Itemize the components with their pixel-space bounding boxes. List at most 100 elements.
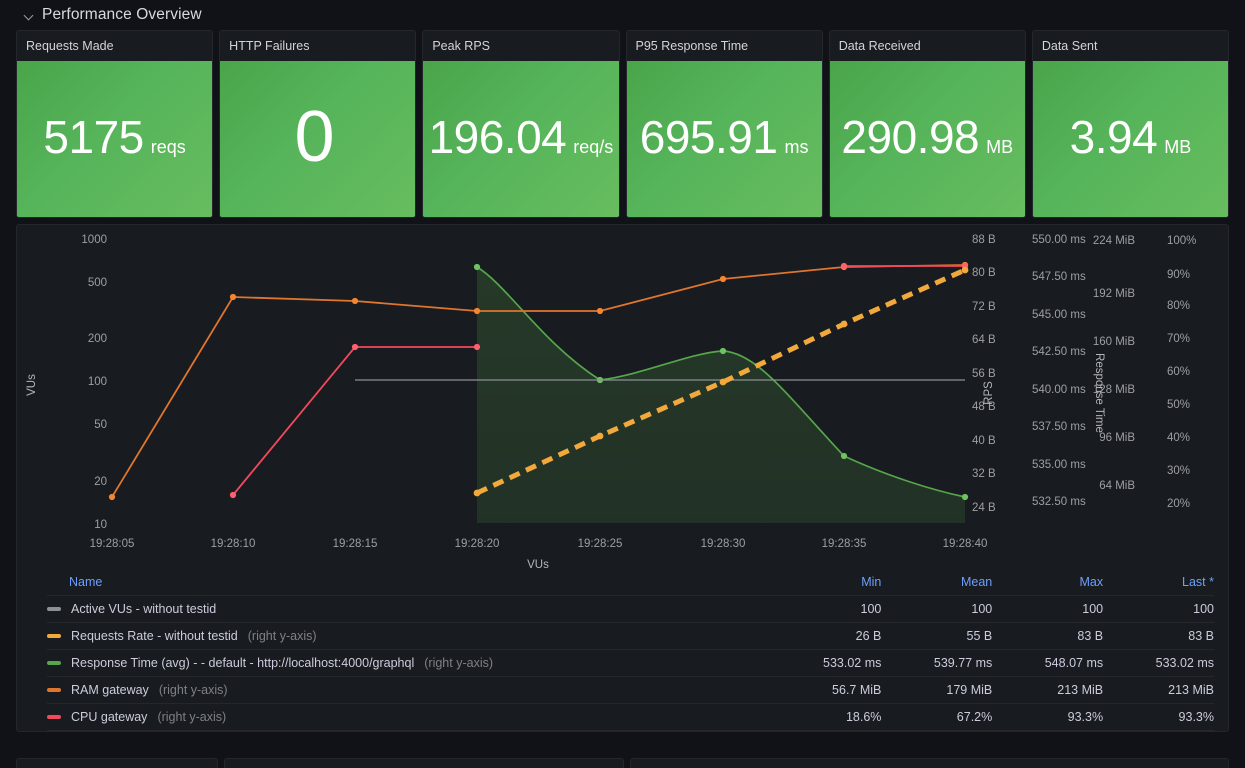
legend-min: 56.7 MiB — [770, 676, 882, 704]
axis-right-resptime: 224 MiB 192 MiB 160 MiB 128 MiB 96 MiB 6… — [1093, 235, 1136, 492]
axis-right-rps: 550.00 ms 547.50 ms 545.00 ms 542.50 ms … — [983, 234, 1086, 508]
chevron-down-icon[interactable] — [24, 9, 36, 21]
timeseries-panel[interactable]: 1000 500 200 100 50 20 10 VUs 88 B 80 B … — [16, 224, 1229, 732]
stat-value: 0 — [294, 96, 341, 178]
svg-text:56 B: 56 B — [972, 368, 996, 380]
svg-text:90%: 90% — [1167, 269, 1190, 281]
svg-text:1000: 1000 — [81, 234, 107, 246]
partial-panel-1[interactable] — [16, 758, 218, 768]
axis-right-bytes: 88 B 80 B 72 B 64 B 56 B 48 B 40 B 32 B … — [972, 234, 996, 514]
table-row[interactable]: Requests Rate - without testid (right y-… — [47, 622, 1214, 650]
series-label: Active VUs - without testid — [71, 602, 217, 616]
stat-body: 290.98 MB — [829, 61, 1025, 217]
svg-text:500: 500 — [88, 277, 107, 289]
svg-text:535.00 ms: 535.00 ms — [1032, 459, 1086, 471]
svg-text:19:28:30: 19:28:30 — [701, 538, 746, 550]
stat-unit: reqs — [150, 137, 186, 157]
next-row-panels — [0, 758, 1245, 768]
svg-text:Response Time: Response Time — [1093, 353, 1105, 433]
legend-name-cell[interactable]: Active VUs - without testid — [47, 595, 771, 623]
partial-panel-2[interactable] — [224, 758, 624, 768]
svg-text:540.00 ms: 540.00 ms — [1032, 384, 1086, 396]
stat-number: 5175 — [43, 111, 144, 163]
legend-min: 18.6% — [770, 703, 882, 731]
legend-col-max[interactable]: Max — [992, 570, 1104, 596]
legend-header-row: Name Min Mean Max Last * — [47, 570, 1214, 596]
stat-panel-data-sent[interactable]: Data Sent 3.94 MB — [1031, 30, 1230, 218]
stat-panel-requests-made[interactable]: Requests Made 5175 reqs — [16, 30, 214, 218]
svg-text:80%: 80% — [1167, 300, 1190, 312]
legend-name-cell[interactable]: Requests Rate - without testid (right y-… — [47, 622, 771, 650]
legend-max: 213 MiB — [992, 676, 1104, 704]
legend-mean: 67.2% — [881, 703, 993, 731]
legend-name-cell[interactable]: RAM gateway (right y-axis) — [47, 676, 771, 704]
legend-mean: 100 — [881, 595, 993, 623]
svg-text:50: 50 — [94, 419, 107, 431]
legend-last: 533.02 ms — [1103, 649, 1214, 677]
stat-panel-p95-response-time[interactable]: P95 Response Time 695.91 ms — [625, 30, 823, 218]
series-color-swatch[interactable] — [47, 688, 61, 692]
legend-last: 83 B — [1103, 622, 1214, 650]
table-row[interactable]: Response Time (avg) - - default - http:/… — [47, 649, 1214, 677]
stat-number: 0 — [294, 97, 335, 177]
legend-col-mean[interactable]: Mean — [881, 570, 993, 596]
svg-text:64 MiB: 64 MiB — [1099, 480, 1135, 492]
legend-col-name[interactable]: Name — [47, 570, 771, 596]
table-row[interactable]: RAM gateway (right y-axis) 56.7 MiB 179 … — [47, 676, 1214, 704]
svg-text:32 B: 32 B — [972, 468, 996, 480]
svg-text:VUs: VUs — [26, 374, 38, 396]
svg-text:10: 10 — [94, 519, 107, 531]
svg-text:72 B: 72 B — [972, 301, 996, 313]
stat-panel-data-received[interactable]: Data Received 290.98 MB — [828, 30, 1026, 218]
legend-min: 100 — [770, 595, 882, 623]
stat-body: 196.04 req/s — [423, 61, 619, 217]
stat-value: 3.94 MB — [1070, 110, 1192, 164]
stat-unit: req/s — [573, 137, 614, 157]
series-color-swatch[interactable] — [47, 715, 61, 719]
stat-panel-row: Requests Made 5175 reqs HTTP Failures 0 … — [0, 30, 1245, 218]
stat-panel-http-failures[interactable]: HTTP Failures 0 — [219, 30, 417, 218]
series-color-swatch[interactable] — [47, 661, 61, 665]
legend-col-last[interactable]: Last * — [1103, 570, 1214, 596]
svg-text:VUs: VUs — [527, 559, 549, 570]
stat-title: Data Received — [838, 39, 921, 53]
stat-title: Requests Made — [26, 39, 114, 53]
svg-text:192 MiB: 192 MiB — [1093, 288, 1136, 300]
svg-text:200: 200 — [88, 333, 107, 345]
table-row[interactable]: Active VUs - without testid 100 100 100 … — [47, 595, 1214, 623]
stat-title: HTTP Failures — [229, 39, 310, 53]
stat-panel-peak-rps[interactable]: Peak RPS 196.04 req/s — [422, 30, 620, 218]
legend-name-cell[interactable]: Response Time (avg) - - default - http:/… — [47, 649, 771, 677]
svg-text:70%: 70% — [1167, 333, 1190, 345]
stat-value: 5175 reqs — [43, 110, 185, 164]
legend-mean: 179 MiB — [881, 676, 993, 704]
svg-text:88 B: 88 B — [972, 234, 996, 246]
legend-col-min[interactable]: Min — [770, 570, 882, 596]
dashboard-row-header[interactable]: Performance Overview — [0, 0, 1245, 30]
partial-panel-3[interactable] — [630, 758, 1229, 768]
timeseries-svg: 1000 500 200 100 50 20 10 VUs 88 B 80 B … — [26, 234, 1196, 570]
svg-text:545.00 ms: 545.00 ms — [1032, 309, 1086, 321]
stat-body: 5175 reqs — [17, 61, 213, 217]
svg-text:19:28:10: 19:28:10 — [211, 538, 256, 550]
svg-text:550.00 ms: 550.00 ms — [1032, 234, 1086, 246]
svg-text:40 B: 40 B — [972, 435, 996, 447]
axis-right-percent: 100% 90% 80% 70% 60% 50% 40% 30% 20% — [1167, 235, 1196, 510]
table-row[interactable]: CPU gateway (right y-axis) 18.6% 67.2% 9… — [47, 703, 1214, 731]
legend-table-container[interactable]: Name Min Mean Max Last * Active VUs - wi… — [17, 570, 1228, 731]
stat-number: 3.94 — [1069, 111, 1158, 163]
series-axis-note: (right y-axis) — [247, 629, 317, 643]
series-color-swatch[interactable] — [47, 607, 61, 611]
svg-text:19:28:15: 19:28:15 — [333, 538, 378, 550]
svg-text:60%: 60% — [1167, 366, 1190, 378]
svg-text:50%: 50% — [1167, 399, 1190, 411]
stat-unit: MB — [1164, 137, 1192, 157]
svg-text:542.50 ms: 542.50 ms — [1032, 346, 1086, 358]
series-color-swatch[interactable] — [47, 634, 61, 638]
stat-value: 695.91 ms — [640, 110, 809, 164]
stat-unit: MB — [986, 137, 1014, 157]
plot-area[interactable]: 1000 500 200 100 50 20 10 VUs 88 B 80 B … — [17, 225, 1228, 570]
stat-value: 290.98 MB — [841, 110, 1013, 164]
legend-last: 213 MiB — [1103, 676, 1214, 704]
legend-name-cell[interactable]: CPU gateway (right y-axis) — [47, 703, 771, 731]
